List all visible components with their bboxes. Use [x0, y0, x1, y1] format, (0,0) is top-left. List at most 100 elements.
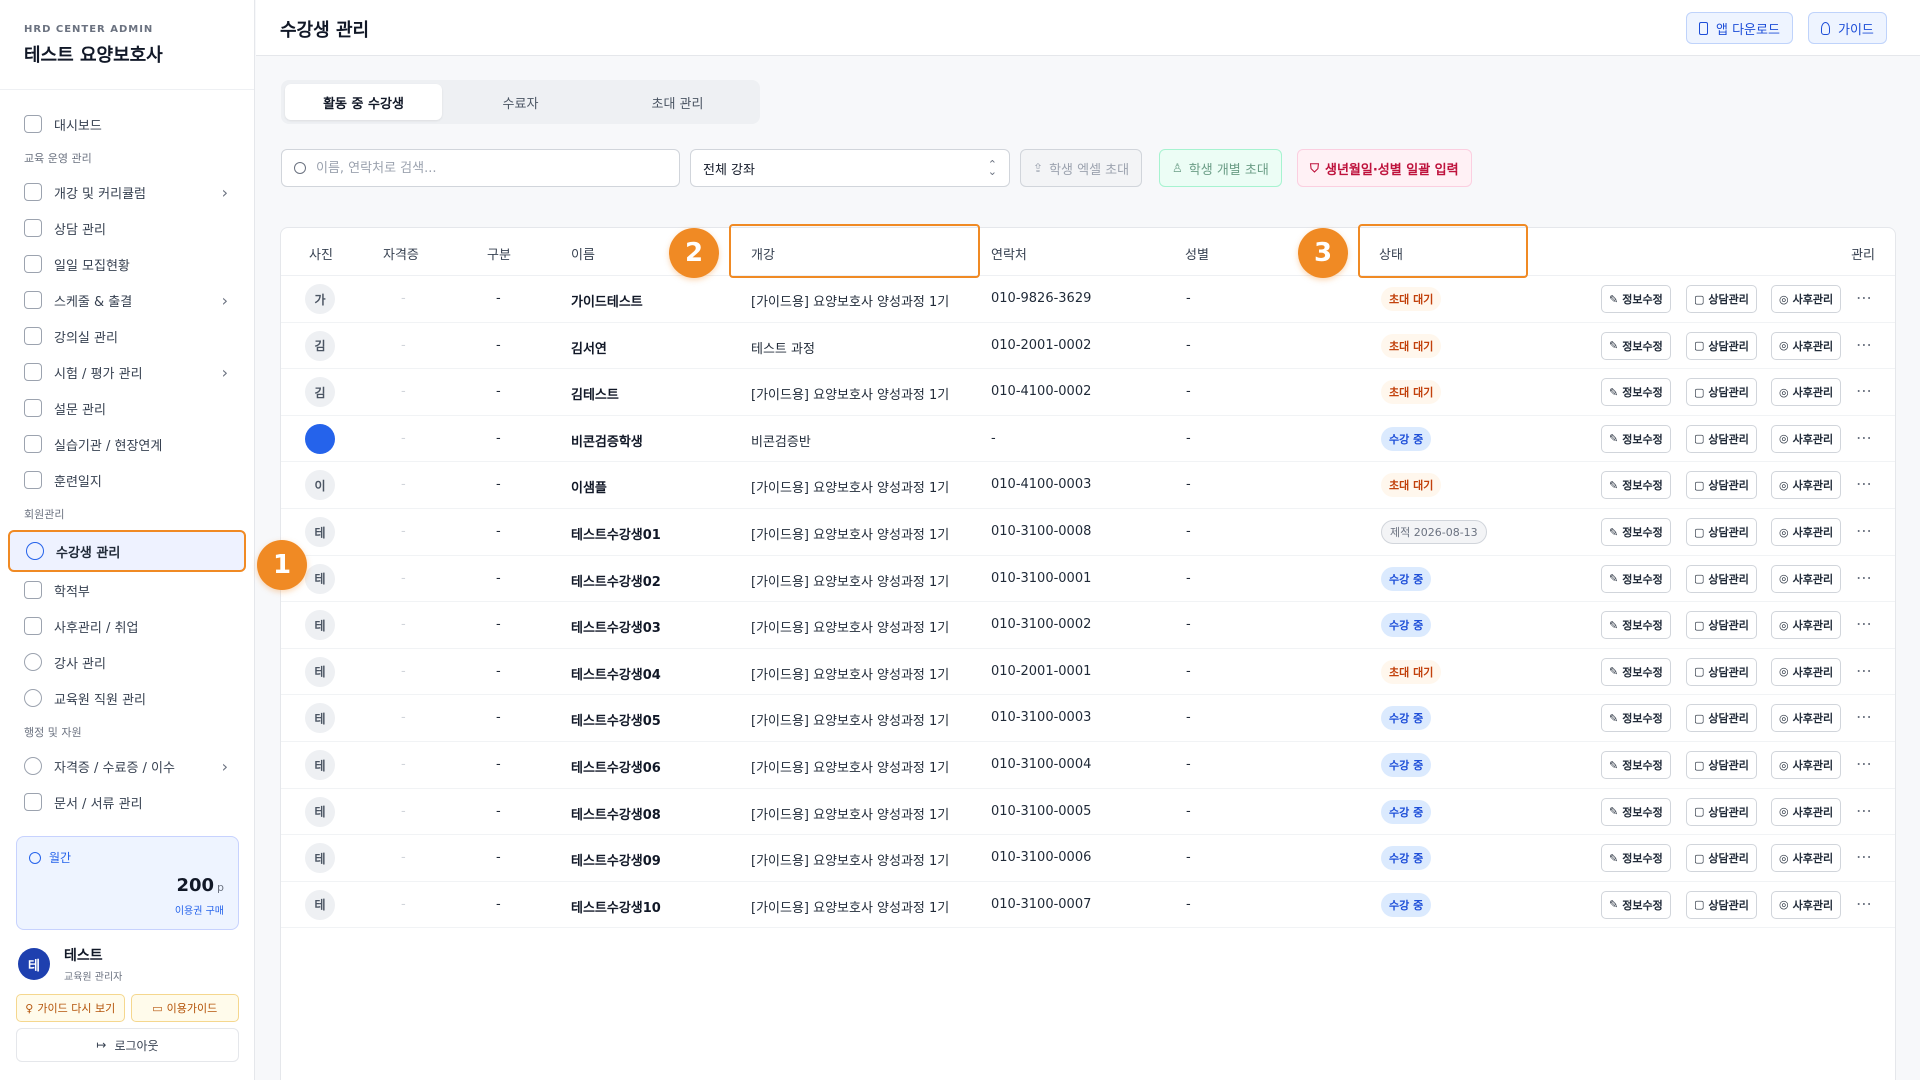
followup-button[interactable]: ◎ 사후관리 [1771, 331, 1842, 360]
more-options-icon[interactable]: ⋯ [1856, 801, 1873, 820]
sidebar-item[interactable]: 대시보드 [0, 106, 254, 142]
followup-button[interactable]: ◎ 사후관리 [1771, 704, 1842, 733]
more-options-icon[interactable]: ⋯ [1856, 614, 1873, 633]
consult-button[interactable]: ▢ 상담관리 [1686, 657, 1757, 686]
more-options-icon[interactable]: ⋯ [1856, 428, 1873, 447]
sidebar-item[interactable]: 학적부 [0, 572, 254, 608]
table-row[interactable]: 테 - - 테스트수강생03 [가이드용] 요양보호사 양성과정 1기 010-3100-… [281, 602, 1895, 649]
edit-info-button[interactable]: ✎ 정보수정 [1601, 471, 1671, 500]
table-row[interactable]: 가 - - 가이드테스트 [가이드용] 요양보호사 양성과정 1기 010-9826-36… [281, 276, 1895, 323]
table-row[interactable]: 테 - - 테스트수강생10 [가이드용] 요양보호사 양성과정 1기 010-3100-… [281, 882, 1895, 929]
edit-info-button[interactable]: ✎ 정보수정 [1601, 331, 1671, 360]
student-name[interactable]: 김서연 [571, 338, 607, 357]
followup-button[interactable]: ◎ 사후관리 [1771, 844, 1842, 873]
sidebar-item[interactable]: 문서 / 서류 관리 [0, 784, 254, 818]
edit-info-button[interactable]: ✎ 정보수정 [1601, 704, 1671, 733]
guide-again-button[interactable]: ♀ 가이드 다시 보기 [16, 994, 125, 1022]
sidebar-item[interactable]: 시험 / 평가 관리 › [0, 354, 254, 390]
excel-invite-button[interactable]: ⇪ 학생 엑셀 초대 [1020, 149, 1143, 187]
edit-info-button[interactable]: ✎ 정보수정 [1601, 797, 1671, 826]
tab-graduates[interactable]: 수료자 [442, 84, 599, 120]
more-options-icon[interactable]: ⋯ [1856, 894, 1873, 913]
search-input[interactable] [316, 160, 656, 176]
consult-button[interactable]: ▢ 상담관리 [1686, 285, 1757, 313]
buy-pass-link[interactable]: 이용권 구매 [175, 902, 224, 917]
app-download-button[interactable]: 앱 다운로드 [1686, 12, 1793, 44]
table-row[interactable]: - - 비콘검증학생 비콘검증반 - - 수강 중 ✎ 정보수정 ▢ 상담관리 ◎ 사후관리 ⋯ [281, 416, 1895, 463]
sidebar-item[interactable]: 스케줄 & 출결 › [0, 282, 254, 318]
guide-button[interactable]: 가이드 [1808, 12, 1887, 44]
sidebar-item[interactable]: 사후관리 / 취업 [0, 608, 254, 644]
table-row[interactable]: 테 - - 테스트수강생05 [가이드용] 요양보호사 양성과정 1기 010-3100-… [281, 695, 1895, 742]
student-name[interactable]: 비콘검증학생 [571, 431, 643, 450]
course-select[interactable]: 전체 강좌 ⌃ ⌄ [690, 149, 1010, 187]
more-options-icon[interactable]: ⋯ [1856, 707, 1873, 726]
edit-info-button[interactable]: ✎ 정보수정 [1601, 564, 1671, 593]
sidebar-item[interactable]: 실습기관 / 현장연계 [0, 426, 254, 462]
tab-invitations[interactable]: 초대 관리 [599, 84, 756, 120]
sidebar-item[interactable]: 설문 관리 [0, 390, 254, 426]
edit-info-button[interactable]: ✎ 정보수정 [1601, 611, 1671, 640]
edit-info-button[interactable]: ✎ 정보수정 [1601, 657, 1671, 686]
student-name[interactable]: 가이드테스트 [571, 291, 643, 310]
tab-active-students[interactable]: 활동 중 수강생 [285, 84, 442, 120]
more-options-icon[interactable]: ⋯ [1856, 474, 1873, 493]
single-invite-button[interactable]: ♙ 학생 개별 초대 [1159, 149, 1282, 187]
followup-button[interactable]: ◎ 사후관리 [1771, 751, 1842, 779]
edit-info-button[interactable]: ✎ 정보수정 [1601, 285, 1671, 313]
student-name[interactable]: 이샘플 [571, 477, 607, 496]
student-name[interactable]: 테스트수강생04 [571, 664, 661, 683]
consult-button[interactable]: ▢ 상담관리 [1686, 378, 1757, 407]
edit-info-button[interactable]: ✎ 정보수정 [1601, 751, 1671, 779]
table-row[interactable]: 테 - - 테스트수강생02 [가이드용] 요양보호사 양성과정 1기 010-3100-… [281, 556, 1895, 603]
followup-button[interactable]: ◎ 사후관리 [1771, 890, 1842, 919]
student-name[interactable]: 테스트수강생10 [571, 897, 661, 916]
sidebar-item[interactable]: 강의실 관리 [0, 318, 254, 354]
edit-info-button[interactable]: ✎ 정보수정 [1601, 518, 1671, 546]
more-options-icon[interactable]: ⋯ [1856, 568, 1873, 587]
consult-button[interactable]: ▢ 상담관리 [1686, 564, 1757, 593]
logout-button[interactable]: ↦ 로그아웃 [16, 1028, 239, 1062]
followup-button[interactable]: ◎ 사후관리 [1771, 424, 1842, 453]
student-name[interactable]: 테스트수강생03 [571, 617, 661, 636]
followup-button[interactable]: ◎ 사후관리 [1771, 657, 1842, 686]
student-name[interactable]: 테스트수강생08 [571, 804, 661, 823]
followup-button[interactable]: ◎ 사후관리 [1771, 378, 1842, 407]
consult-button[interactable]: ▢ 상담관리 [1686, 424, 1757, 453]
sidebar-item[interactable]: 훈련일지 [0, 462, 254, 498]
edit-info-button[interactable]: ✎ 정보수정 [1601, 424, 1671, 453]
edit-info-button[interactable]: ✎ 정보수정 [1601, 844, 1671, 873]
followup-button[interactable]: ◎ 사후관리 [1771, 797, 1842, 826]
student-name[interactable]: 테스트수강생06 [571, 757, 661, 776]
consult-button[interactable]: ▢ 상담관리 [1686, 844, 1757, 873]
consult-button[interactable]: ▢ 상담관리 [1686, 890, 1757, 919]
sidebar-item[interactable]: 수강생 관리 [8, 530, 246, 572]
consult-button[interactable]: ▢ 상담관리 [1686, 611, 1757, 640]
sidebar-item[interactable]: 강사 관리 [0, 644, 254, 680]
more-options-icon[interactable]: ⋯ [1856, 335, 1873, 354]
more-options-icon[interactable]: ⋯ [1856, 754, 1873, 773]
sidebar-item[interactable]: 개강 및 커리큘럼 › [0, 174, 254, 210]
sidebar-item[interactable]: 일일 모집현황 [0, 246, 254, 282]
student-name[interactable]: 테스트수강생01 [571, 524, 661, 543]
edit-info-button[interactable]: ✎ 정보수정 [1601, 890, 1671, 919]
sidebar-item[interactable]: 교육원 직원 관리 [0, 680, 254, 716]
consult-button[interactable]: ▢ 상담관리 [1686, 518, 1757, 546]
table-row[interactable]: 김 - - 김테스트 [가이드용] 요양보호사 양성과정 1기 010-4100-0002… [281, 369, 1895, 416]
plan-card[interactable]: 월간 200 p 이용권 구매 [16, 836, 239, 930]
more-options-icon[interactable]: ⋯ [1856, 661, 1873, 680]
table-row[interactable]: 테 - - 테스트수강생09 [가이드용] 요양보호사 양성과정 1기 010-3100-… [281, 835, 1895, 882]
table-row[interactable]: 김 - - 김서연 테스트 과정 010-2001-0002 - 초대 대기 ✎ 정보수정 ▢ 상담관… [281, 323, 1895, 370]
student-name[interactable]: 테스트수강생09 [571, 850, 661, 869]
consult-button[interactable]: ▢ 상담관리 [1686, 797, 1757, 826]
bulk-birth-gender-button[interactable]: ⛉ 생년월일·성별 일괄 입력 [1297, 149, 1472, 187]
more-options-icon[interactable]: ⋯ [1856, 847, 1873, 866]
student-name[interactable]: 테스트수강생02 [571, 571, 661, 590]
consult-button[interactable]: ▢ 상담관리 [1686, 471, 1757, 500]
followup-button[interactable]: ◎ 사후관리 [1771, 611, 1842, 640]
consult-button[interactable]: ▢ 상담관리 [1686, 331, 1757, 360]
table-row[interactable]: 테 - - 테스트수강생06 [가이드용] 요양보호사 양성과정 1기 010-3100-… [281, 742, 1895, 789]
sidebar-item[interactable]: 자격증 / 수료증 / 이수 › [0, 748, 254, 784]
consult-button[interactable]: ▢ 상담관리 [1686, 751, 1757, 779]
student-name[interactable]: 김테스트 [571, 384, 619, 403]
